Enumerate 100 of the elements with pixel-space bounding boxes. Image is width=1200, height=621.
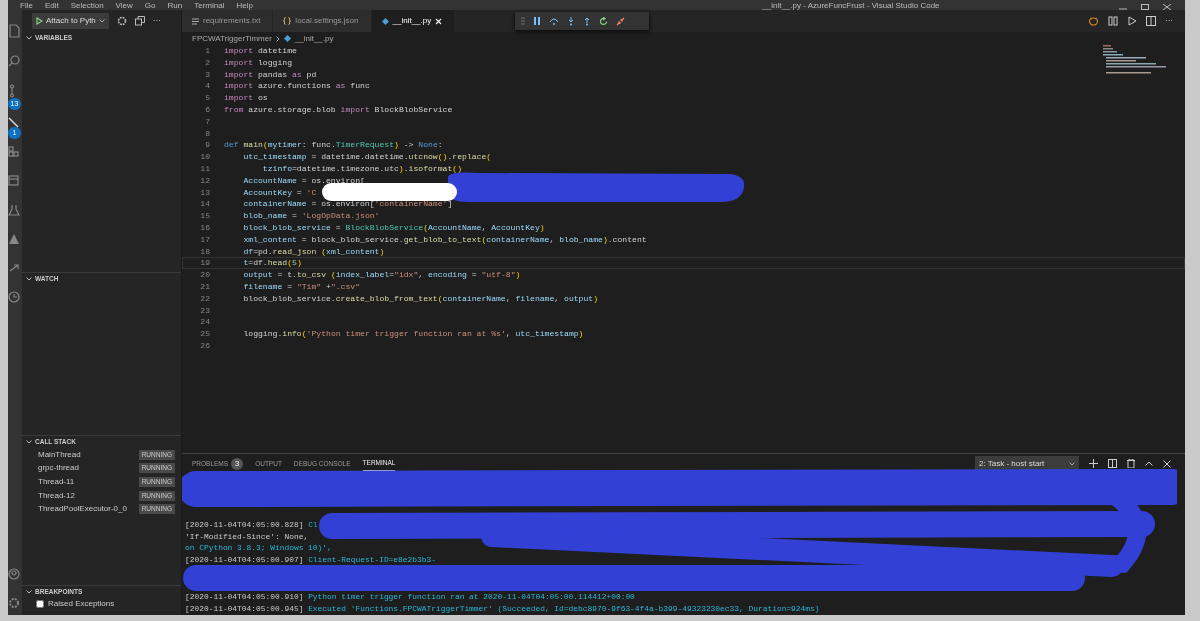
line-number: 23 xyxy=(199,304,210,317)
line-number: 17 xyxy=(199,233,210,246)
code-line: import pandas as pd xyxy=(223,68,317,81)
code-line: tzinfo=datetime.timezone.utc).isoformat() xyxy=(261,162,462,175)
launch-config-dropdown[interactable]: Attach to Pyth xyxy=(32,13,109,29)
restart-icon[interactable] xyxy=(599,16,608,26)
breadcrumb[interactable]: FPCWATriggerTimmer xyxy=(192,32,272,45)
line-number: 20 xyxy=(199,269,210,281)
editor-tab[interactable]: __init__.py xyxy=(371,10,456,32)
split-terminal-icon[interactable] xyxy=(1108,459,1117,468)
code-line: containerName = os.environ['containerName'] xyxy=(242,198,453,211)
code-line: output = t.to_csv (index_label="idx", encoding = "utf-8") xyxy=(242,269,521,281)
line-number: 10 xyxy=(199,151,210,163)
code-line: AccountKey = 'C xyxy=(242,186,317,199)
chevron-icon xyxy=(1069,461,1075,466)
terminal-window-icon[interactable] xyxy=(134,16,145,26)
blocks-icon[interactable] xyxy=(8,146,20,158)
code-line: blob_name = 'LogOpData.json' xyxy=(242,210,380,222)
trash-icon[interactable] xyxy=(1127,459,1135,468)
menu-item[interactable]: File xyxy=(20,2,33,10)
thread-name[interactable]: Thread-12 xyxy=(38,489,75,502)
thread-name[interactable]: Thread-11 xyxy=(38,476,75,488)
editor-tab[interactable]: requirements.txt xyxy=(182,10,274,32)
step-out-icon[interactable] xyxy=(583,16,591,26)
chevron-icon xyxy=(275,35,280,42)
line-number: 1 xyxy=(204,45,210,57)
settings-icon[interactable] xyxy=(116,16,127,26)
document-icon[interactable] xyxy=(8,24,20,38)
chevron-icon[interactable] xyxy=(26,277,32,281)
triangle-icon[interactable] xyxy=(8,233,20,245)
window-icon[interactable] xyxy=(8,175,20,187)
checkbox[interactable] xyxy=(36,600,44,608)
line-number: 24 xyxy=(199,316,210,329)
search-icon[interactable] xyxy=(8,55,20,67)
code-line: block_blob_service.create_blob_from_text(containerName, filename, output) xyxy=(242,292,599,305)
window-title: __init__.py - AzureFuncFrust - Visual Studio Code xyxy=(761,2,941,10)
run-icon[interactable] xyxy=(1127,16,1137,26)
line-number: 3 xyxy=(204,68,210,81)
code-line: import os xyxy=(223,92,268,104)
line-number: 19 xyxy=(199,257,210,270)
pause-icon[interactable] xyxy=(533,17,541,25)
code-line: from azure.storage.blob import BlockBlobService xyxy=(223,104,453,116)
account-icon[interactable] xyxy=(8,568,20,580)
line-number: 16 xyxy=(199,221,210,234)
close-icon[interactable] xyxy=(1163,459,1171,468)
code-line: import azure.functions as func xyxy=(223,80,370,93)
line-number: 11 xyxy=(199,162,210,175)
line-number: 21 xyxy=(199,280,210,293)
settings-icon[interactable] xyxy=(8,597,20,609)
menu-item[interactable]: Terminal xyxy=(194,2,225,10)
breakpoint-label: Raised Exceptions xyxy=(48,598,115,610)
diamond-icon xyxy=(283,35,291,42)
editor-tab[interactable]: local.settings.json xyxy=(273,10,372,32)
code-line: xml_content = block_blob_service.get_blob_to_text(containerName, blob_name).content xyxy=(242,233,647,246)
code-line: t=df.head(5) xyxy=(242,257,302,270)
menu-item[interactable]: Selection xyxy=(70,2,104,10)
line-number: 7 xyxy=(204,115,210,128)
flask-icon[interactable] xyxy=(8,204,20,216)
arrow-icon[interactable] xyxy=(8,262,20,274)
step-over-icon[interactable] xyxy=(549,17,559,25)
chevron-icon[interactable] xyxy=(26,36,32,40)
disconnect-icon[interactable] xyxy=(616,16,625,26)
chevron-icon[interactable] xyxy=(26,590,32,594)
code-line: utc_timestamp = datetime.datetime.utcnow().replace( xyxy=(242,151,492,163)
menu-item[interactable]: Edit xyxy=(44,2,59,10)
code-line: block_blob_service = BlockBlobService(AccountName, AccountKey) xyxy=(242,221,545,234)
split-editor-icon[interactable] xyxy=(1146,16,1156,26)
menu-item[interactable]: Help xyxy=(236,2,253,10)
thread-name[interactable]: MainThread xyxy=(38,448,81,461)
line-number: 15 xyxy=(199,210,210,222)
line-number: 4 xyxy=(204,80,210,93)
breadcrumb[interactable]: __init__.py xyxy=(294,32,334,45)
thread-name[interactable]: grpc-thread xyxy=(38,462,79,475)
more-button[interactable]: ··· xyxy=(1165,15,1173,27)
compare-icon[interactable] xyxy=(1108,16,1118,26)
code-line: AccountName = os.environ[ xyxy=(242,174,365,187)
menu-item[interactable]: Go xyxy=(144,2,156,10)
plus-icon[interactable] xyxy=(1089,459,1098,468)
line-number: 2 xyxy=(204,56,210,69)
chevron-up-icon[interactable] xyxy=(1145,461,1153,466)
clock-icon[interactable] xyxy=(8,291,20,303)
line-number: 18 xyxy=(199,245,210,258)
thread-name[interactable]: ThreadPoolExecutor-0_0 xyxy=(38,503,127,516)
more-button[interactable]: ··· xyxy=(152,15,161,27)
line-number: 9 xyxy=(204,139,210,152)
menu-item[interactable]: View xyxy=(115,2,133,10)
menu-item[interactable]: Run xyxy=(167,2,183,10)
step-into-icon[interactable] xyxy=(567,16,575,26)
line-number: 5 xyxy=(204,92,210,104)
lines-icon xyxy=(192,17,199,25)
line-number: 14 xyxy=(199,198,210,211)
braces-icon xyxy=(283,17,292,25)
line-number: 22 xyxy=(199,292,210,305)
chevron-icon[interactable] xyxy=(26,440,32,444)
restore-icon[interactable] xyxy=(1141,4,1149,10)
line-number: 8 xyxy=(204,127,210,140)
code-line: import datetime xyxy=(223,45,297,57)
code-line: df=pd.read_json (xml_content) xyxy=(242,245,385,258)
code-line: logging.info('Python timer trigger function ran at %s', utc_timestamp) xyxy=(242,328,584,340)
play-icon xyxy=(36,17,43,25)
